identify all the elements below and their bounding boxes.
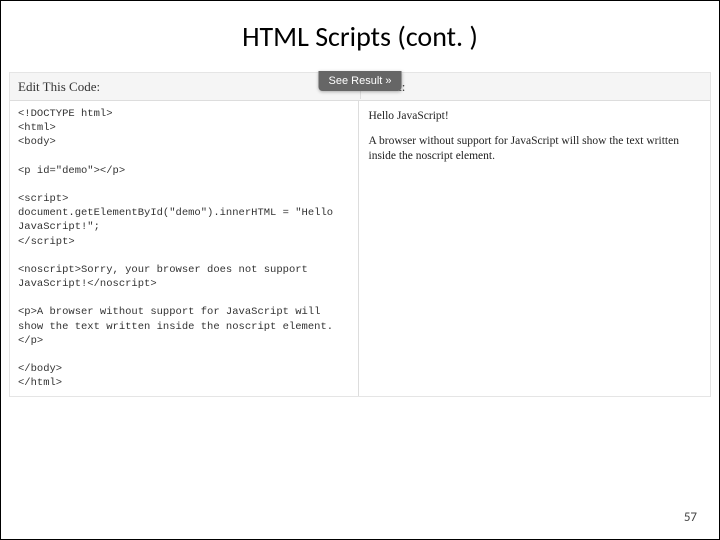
- result-line-2: A browser without support for JavaScript…: [369, 134, 701, 164]
- editor-header: Edit This Code: See Result » Result:: [10, 73, 710, 101]
- result-pane: Hello JavaScript! A browser without supp…: [359, 101, 711, 396]
- editor-container: Edit This Code: See Result » Result: <!D…: [9, 72, 711, 397]
- result-label: Result:: [360, 75, 711, 99]
- code-editor[interactable]: <!DOCTYPE html> <html> <body> <p id="dem…: [10, 101, 359, 396]
- slide-title: HTML Scripts (cont. ): [1, 19, 719, 54]
- editor-body: <!DOCTYPE html> <html> <body> <p id="dem…: [10, 101, 710, 396]
- edit-code-label: Edit This Code:: [10, 75, 360, 99]
- page-number: 57: [684, 510, 697, 525]
- see-result-button[interactable]: See Result »: [319, 71, 402, 91]
- result-line-1: Hello JavaScript!: [369, 109, 701, 124]
